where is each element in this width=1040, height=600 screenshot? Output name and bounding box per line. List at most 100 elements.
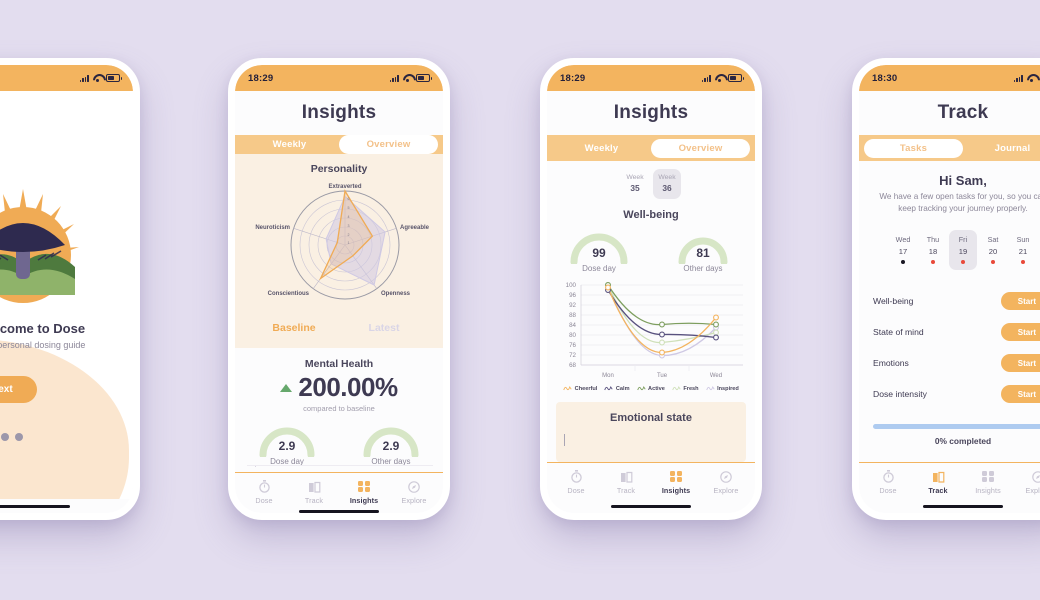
stopwatch-icon: [882, 470, 894, 483]
tab-overview[interactable]: Overview: [651, 138, 750, 158]
svg-text:76: 76: [569, 342, 576, 349]
next-button[interactable]: Next: [0, 376, 37, 403]
grid-icon: [982, 470, 994, 483]
task-row: Dose intensity Start: [873, 379, 1040, 410]
day-dot: [931, 259, 935, 264]
legend-label: Active: [648, 385, 665, 392]
legend-item-calm[interactable]: Calm: [604, 385, 630, 392]
tab-track[interactable]: Track: [913, 470, 963, 495]
tab-weekly[interactable]: Weekly: [240, 135, 339, 154]
tab-explore[interactable]: Explore: [389, 480, 439, 505]
svg-text:Tue: Tue: [657, 373, 668, 379]
day-date: 20: [988, 246, 998, 256]
gauge-dose-day: 99 Dose day: [547, 231, 651, 273]
spacer: [859, 445, 1040, 462]
start-button[interactable]: Start: [1000, 292, 1040, 311]
radar-legend: Baseline Latest: [243, 320, 435, 340]
wave-icon: [604, 385, 613, 391]
status-time: 18:29: [248, 72, 274, 84]
triangle-up-icon: [280, 383, 293, 392]
day-name: Fri: [958, 234, 968, 244]
week-number: 35: [630, 183, 640, 193]
mushroom-sunrise-logo: [0, 183, 87, 316]
week-option-36[interactable]: Week 36: [653, 169, 681, 199]
gauge-value: 2.9: [382, 439, 400, 453]
legend-item-inspired[interactable]: Inspired: [705, 385, 739, 392]
legend-label: Fresh: [683, 385, 699, 392]
tab-dose[interactable]: Dose: [863, 470, 913, 495]
day-dot: [1021, 259, 1025, 264]
tab-label: Track: [928, 486, 948, 495]
day-thu[interactable]: Thu 18: [919, 230, 947, 270]
legend-item-active[interactable]: Active: [636, 385, 665, 392]
emotional-state-card: Emotional state: [556, 402, 746, 462]
grid-icon: [358, 480, 370, 493]
tab-label: Dose: [567, 486, 585, 495]
radar-label-agreeable: Agreeable: [400, 225, 430, 231]
greeting-title: Hi Sam,: [939, 173, 987, 188]
tab-insights[interactable]: Insights: [339, 480, 389, 505]
day-date: 19: [958, 246, 968, 256]
start-button[interactable]: Start: [1000, 385, 1040, 404]
tab-tasks[interactable]: Tasks: [864, 138, 963, 158]
book-icon: [620, 470, 633, 483]
legend-latest[interactable]: Latest: [339, 322, 429, 334]
tab-explore[interactable]: Explore: [1013, 470, 1040, 495]
week-option-35[interactable]: Week 35: [621, 169, 649, 199]
svg-text:88: 88: [569, 312, 576, 319]
compass-icon: [1032, 470, 1040, 483]
tab-label: Insights: [975, 486, 1001, 495]
legend-item-cheerful[interactable]: Cheerful: [563, 385, 597, 392]
emotional-state-title: Emotional state: [610, 412, 692, 424]
start-button[interactable]: Start: [1000, 354, 1040, 373]
status-bar: 18:29: [547, 65, 755, 91]
day-fri[interactable]: Fri 19: [949, 229, 977, 270]
wifi-icon: [1027, 74, 1036, 82]
radar-label-conscientious: Conscientious: [268, 291, 310, 297]
day-date: 21: [1018, 246, 1028, 256]
page-dots[interactable]: [0, 433, 23, 441]
home-indicator: [0, 499, 133, 513]
legend-baseline[interactable]: Baseline: [249, 322, 339, 334]
tab-label: Dose: [255, 496, 273, 506]
bottom-tab-bar: Dose Track Insights: [547, 462, 755, 499]
welcome-text: Welcome to Dose Your personal dosing gui…: [0, 321, 133, 350]
svg-text:68: 68: [569, 362, 576, 369]
page-dot-4[interactable]: [15, 433, 23, 441]
tab-explore[interactable]: Explore: [701, 470, 751, 495]
task-list: Well-being Start State of mind Start Emo…: [859, 275, 1040, 410]
personality-radar-chart: 65 43 21 Extraverted Agreeable Openness …: [255, 184, 430, 300]
day-sat[interactable]: Sat 20: [979, 230, 1007, 270]
tab-dose[interactable]: Dose: [551, 470, 601, 495]
gauge-label: Other days: [683, 264, 723, 273]
welcome-body: Welcome to Dose Your personal dosing gui…: [0, 91, 133, 499]
signal-icon: [1013, 74, 1023, 82]
day-sun[interactable]: Sun 21: [1009, 230, 1037, 270]
day-wed[interactable]: Wed 17: [889, 230, 917, 270]
tab-dose[interactable]: Dose: [239, 480, 289, 505]
decorative-blob: [0, 339, 129, 499]
start-button[interactable]: Start: [1000, 323, 1040, 342]
status-time: 18:29: [560, 72, 586, 84]
svg-text:96: 96: [569, 292, 576, 299]
gauge-value: 99: [592, 246, 606, 260]
tab-weekly[interactable]: Weekly: [552, 139, 651, 158]
tab-overview[interactable]: Overview: [339, 135, 438, 154]
wellbeing-title: Well-being: [547, 203, 755, 223]
legend-item-fresh[interactable]: Fresh: [672, 385, 699, 392]
svg-text:Wed: Wed: [710, 373, 722, 379]
mental-health-caption: compared to baseline: [303, 404, 375, 413]
emotional-state-cursor[interactable]: [564, 434, 566, 446]
tab-journal[interactable]: Journal: [963, 139, 1040, 158]
svg-text:5: 5: [348, 206, 350, 210]
compass-icon: [408, 480, 420, 493]
tab-label: Explore: [401, 496, 427, 506]
page-dot-3[interactable]: [1, 433, 9, 441]
status-bar: 18:30: [859, 65, 1040, 91]
legend-label: Calm: [615, 385, 630, 392]
tab-insights[interactable]: Insights: [963, 470, 1013, 495]
tab-track[interactable]: Track: [289, 480, 339, 505]
tab-label: Explore: [1025, 486, 1040, 495]
tab-track[interactable]: Track: [601, 470, 651, 495]
tab-insights[interactable]: Insights: [651, 470, 701, 495]
